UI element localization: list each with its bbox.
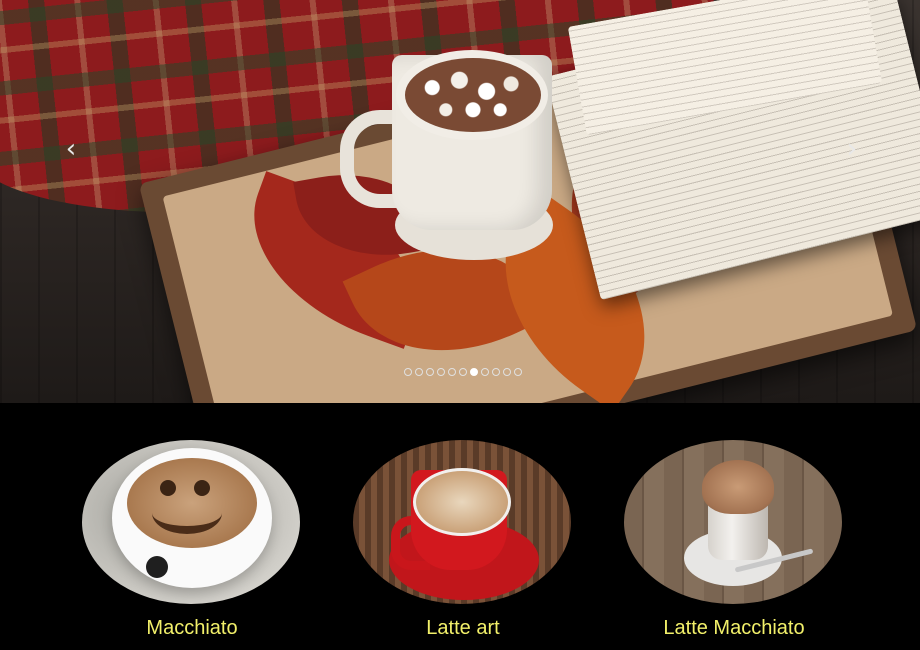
product-image-latte-art[interactable] [353, 440, 571, 604]
carousel-dot[interactable] [492, 368, 500, 376]
product-image-macchiato[interactable] [82, 440, 300, 604]
carousel-dot[interactable] [514, 368, 522, 376]
carousel-next-arrow-icon[interactable]: › [840, 136, 864, 162]
carousel-dot[interactable] [426, 368, 434, 376]
carousel-dot[interactable] [404, 368, 412, 376]
product-cards: Macchiato Latte art Latte Macchiato [0, 403, 920, 650]
carousel-prev-arrow-icon[interactable]: ‹ [59, 136, 83, 162]
product-card-latte-macchiato: Latte Macchiato [624, 440, 844, 650]
carousel-dot[interactable] [459, 368, 467, 376]
product-label[interactable]: Macchiato [82, 617, 302, 640]
carousel-dot[interactable] [437, 368, 445, 376]
carousel-dot[interactable] [448, 368, 456, 376]
cup-logo-icon [146, 556, 168, 578]
product-label[interactable]: Latte art [353, 617, 573, 640]
product-card-macchiato: Macchiato [82, 440, 302, 650]
product-label[interactable]: Latte Macchiato [624, 617, 844, 640]
carousel-dot[interactable] [415, 368, 423, 376]
carousel-dot[interactable] [470, 368, 478, 376]
product-card-latte-art: Latte art [353, 440, 573, 650]
product-image-latte-macchiato[interactable] [624, 440, 842, 604]
carousel-dot[interactable] [503, 368, 511, 376]
hero-carousel: ‹ › [0, 0, 920, 403]
carousel-dot[interactable] [481, 368, 489, 376]
carousel-indicators [404, 368, 522, 378]
